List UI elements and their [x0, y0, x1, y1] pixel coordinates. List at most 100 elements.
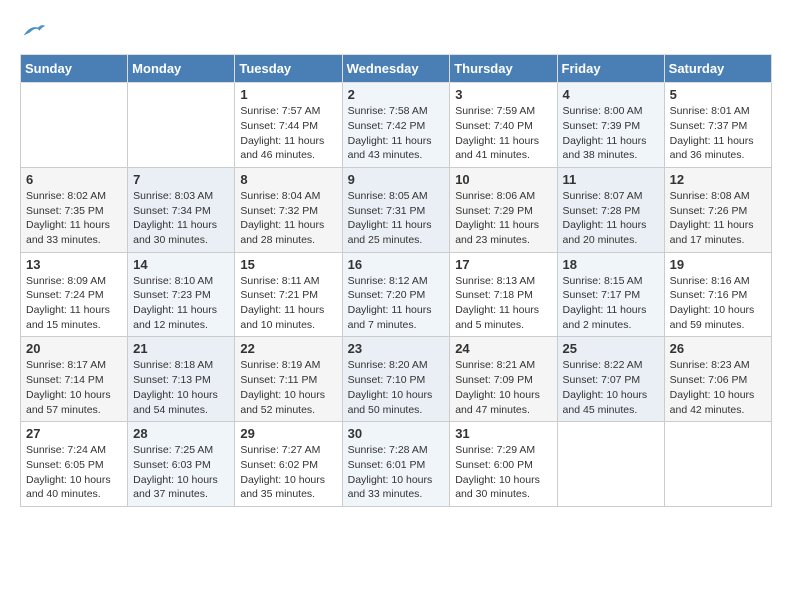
page-header	[20, 20, 772, 44]
calendar-cell	[664, 422, 771, 507]
day-number: 30	[348, 426, 445, 441]
calendar-cell: 16 Sunrise: 8:12 AM Sunset: 7:20 PM Dayli…	[342, 252, 450, 337]
day-number: 16	[348, 257, 445, 272]
calendar-header-row: SundayMondayTuesdayWednesdayThursdayFrid…	[21, 55, 772, 83]
day-number: 20	[26, 341, 122, 356]
day-info: Sunrise: 8:02 AM Sunset: 7:35 PM Dayligh…	[26, 189, 122, 248]
calendar-cell: 31 Sunrise: 7:29 AM Sunset: 6:00 PM Dayli…	[450, 422, 557, 507]
calendar-cell	[557, 422, 664, 507]
calendar-cell: 21 Sunrise: 8:18 AM Sunset: 7:13 PM Dayli…	[128, 337, 235, 422]
col-header-thursday: Thursday	[450, 55, 557, 83]
day-number: 26	[670, 341, 766, 356]
calendar-cell: 17Sunrise: 8:13 AM Sunset: 7:18 PM Dayli…	[450, 252, 557, 337]
day-info: Sunrise: 8:23 AM Sunset: 7:06 PM Dayligh…	[670, 358, 766, 417]
day-info: Sunrise: 8:11 AM Sunset: 7:21 PM Dayligh…	[240, 274, 336, 333]
day-number: 22	[240, 341, 336, 356]
day-number: 7	[133, 172, 229, 187]
day-number: 14	[133, 257, 229, 272]
calendar-cell: 30 Sunrise: 7:28 AM Sunset: 6:01 PM Dayli…	[342, 422, 450, 507]
day-info: Sunrise: 7:57 AM Sunset: 7:44 PM Dayligh…	[240, 104, 336, 163]
day-info: Sunrise: 8:09 AM Sunset: 7:24 PM Dayligh…	[26, 274, 122, 333]
week-row-2: 6Sunrise: 8:02 AM Sunset: 7:35 PM Daylig…	[21, 167, 772, 252]
calendar-table: SundayMondayTuesdayWednesdayThursdayFrid…	[20, 54, 772, 507]
day-info: Sunrise: 8:19 AM Sunset: 7:11 PM Dayligh…	[240, 358, 336, 417]
day-number: 2	[348, 87, 445, 102]
day-info: Sunrise: 7:58 AM Sunset: 7:42 PM Dayligh…	[348, 104, 445, 163]
calendar-cell: 1 Sunrise: 7:57 AM Sunset: 7:44 PM Daylig…	[235, 83, 342, 168]
day-info: Sunrise: 8:04 AM Sunset: 7:32 PM Dayligh…	[240, 189, 336, 248]
calendar-cell: 7Sunrise: 8:03 AM Sunset: 7:34 PM Daylig…	[128, 167, 235, 252]
day-number: 5	[670, 87, 766, 102]
calendar-cell: 8 Sunrise: 8:04 AM Sunset: 7:32 PM Daylig…	[235, 167, 342, 252]
day-info: Sunrise: 8:20 AM Sunset: 7:10 PM Dayligh…	[348, 358, 445, 417]
day-number: 19	[670, 257, 766, 272]
day-number: 18	[563, 257, 659, 272]
col-header-monday: Monday	[128, 55, 235, 83]
calendar-body: 1 Sunrise: 7:57 AM Sunset: 7:44 PM Daylig…	[21, 83, 772, 507]
col-header-friday: Friday	[557, 55, 664, 83]
calendar-cell: 24 Sunrise: 8:21 AM Sunset: 7:09 PM Dayli…	[450, 337, 557, 422]
day-number: 29	[240, 426, 336, 441]
day-number: 13	[26, 257, 122, 272]
col-header-wednesday: Wednesday	[342, 55, 450, 83]
calendar-cell: 2 Sunrise: 7:58 AM Sunset: 7:42 PM Daylig…	[342, 83, 450, 168]
calendar-cell: 4 Sunrise: 8:00 AM Sunset: 7:39 PM Daylig…	[557, 83, 664, 168]
calendar-cell: 15 Sunrise: 8:11 AM Sunset: 7:21 PM Dayli…	[235, 252, 342, 337]
calendar-cell: 10 Sunrise: 8:06 AM Sunset: 7:29 PM Dayli…	[450, 167, 557, 252]
calendar-cell: 14 Sunrise: 8:10 AM Sunset: 7:23 PM Dayli…	[128, 252, 235, 337]
calendar-cell: 29 Sunrise: 7:27 AM Sunset: 6:02 PM Dayli…	[235, 422, 342, 507]
week-row-5: 27Sunrise: 7:24 AM Sunset: 6:05 PM Dayli…	[21, 422, 772, 507]
day-info: Sunrise: 8:01 AM Sunset: 7:37 PM Dayligh…	[670, 104, 766, 163]
day-info: Sunrise: 7:24 AM Sunset: 6:05 PM Dayligh…	[26, 443, 122, 502]
calendar-cell: 12 Sunrise: 8:08 AM Sunset: 7:26 PM Dayli…	[664, 167, 771, 252]
day-info: Sunrise: 8:22 AM Sunset: 7:07 PM Dayligh…	[563, 358, 659, 417]
day-info: Sunrise: 8:06 AM Sunset: 7:29 PM Dayligh…	[455, 189, 551, 248]
day-info: Sunrise: 8:17 AM Sunset: 7:14 PM Dayligh…	[26, 358, 122, 417]
day-number: 3	[455, 87, 551, 102]
day-number: 9	[348, 172, 445, 187]
day-number: 23	[348, 341, 445, 356]
calendar-cell: 5 Sunrise: 8:01 AM Sunset: 7:37 PM Daylig…	[664, 83, 771, 168]
day-number: 1	[240, 87, 336, 102]
col-header-tuesday: Tuesday	[235, 55, 342, 83]
calendar-cell: 18Sunrise: 8:15 AM Sunset: 7:17 PM Dayli…	[557, 252, 664, 337]
calendar-cell: 3Sunrise: 7:59 AM Sunset: 7:40 PM Daylig…	[450, 83, 557, 168]
day-info: Sunrise: 7:25 AM Sunset: 6:03 PM Dayligh…	[133, 443, 229, 502]
day-number: 12	[670, 172, 766, 187]
calendar-cell: 6Sunrise: 8:02 AM Sunset: 7:35 PM Daylig…	[21, 167, 128, 252]
calendar-cell: 9 Sunrise: 8:05 AM Sunset: 7:31 PM Daylig…	[342, 167, 450, 252]
calendar-cell: 20 Sunrise: 8:17 AM Sunset: 7:14 PM Dayli…	[21, 337, 128, 422]
logo-bird-icon	[22, 21, 46, 39]
calendar-cell	[21, 83, 128, 168]
week-row-3: 13 Sunrise: 8:09 AM Sunset: 7:24 PM Dayli…	[21, 252, 772, 337]
week-row-4: 20 Sunrise: 8:17 AM Sunset: 7:14 PM Dayli…	[21, 337, 772, 422]
day-info: Sunrise: 8:21 AM Sunset: 7:09 PM Dayligh…	[455, 358, 551, 417]
day-number: 17	[455, 257, 551, 272]
day-number: 21	[133, 341, 229, 356]
calendar-cell: 19 Sunrise: 8:16 AM Sunset: 7:16 PM Dayli…	[664, 252, 771, 337]
day-info: Sunrise: 7:28 AM Sunset: 6:01 PM Dayligh…	[348, 443, 445, 502]
day-number: 31	[455, 426, 551, 441]
calendar-cell: 22 Sunrise: 8:19 AM Sunset: 7:11 PM Dayli…	[235, 337, 342, 422]
col-header-saturday: Saturday	[664, 55, 771, 83]
logo	[20, 20, 46, 44]
day-info: Sunrise: 8:00 AM Sunset: 7:39 PM Dayligh…	[563, 104, 659, 163]
day-number: 4	[563, 87, 659, 102]
day-number: 15	[240, 257, 336, 272]
calendar-cell: 13 Sunrise: 8:09 AM Sunset: 7:24 PM Dayli…	[21, 252, 128, 337]
day-number: 10	[455, 172, 551, 187]
day-number: 8	[240, 172, 336, 187]
day-info: Sunrise: 7:29 AM Sunset: 6:00 PM Dayligh…	[455, 443, 551, 502]
week-row-1: 1 Sunrise: 7:57 AM Sunset: 7:44 PM Daylig…	[21, 83, 772, 168]
day-info: Sunrise: 7:27 AM Sunset: 6:02 PM Dayligh…	[240, 443, 336, 502]
col-header-sunday: Sunday	[21, 55, 128, 83]
day-info: Sunrise: 8:05 AM Sunset: 7:31 PM Dayligh…	[348, 189, 445, 248]
day-info: Sunrise: 8:18 AM Sunset: 7:13 PM Dayligh…	[133, 358, 229, 417]
day-number: 24	[455, 341, 551, 356]
day-info: Sunrise: 8:16 AM Sunset: 7:16 PM Dayligh…	[670, 274, 766, 333]
day-info: Sunrise: 8:08 AM Sunset: 7:26 PM Dayligh…	[670, 189, 766, 248]
day-info: Sunrise: 8:10 AM Sunset: 7:23 PM Dayligh…	[133, 274, 229, 333]
day-info: Sunrise: 8:12 AM Sunset: 7:20 PM Dayligh…	[348, 274, 445, 333]
calendar-cell: 27Sunrise: 7:24 AM Sunset: 6:05 PM Dayli…	[21, 422, 128, 507]
day-number: 28	[133, 426, 229, 441]
